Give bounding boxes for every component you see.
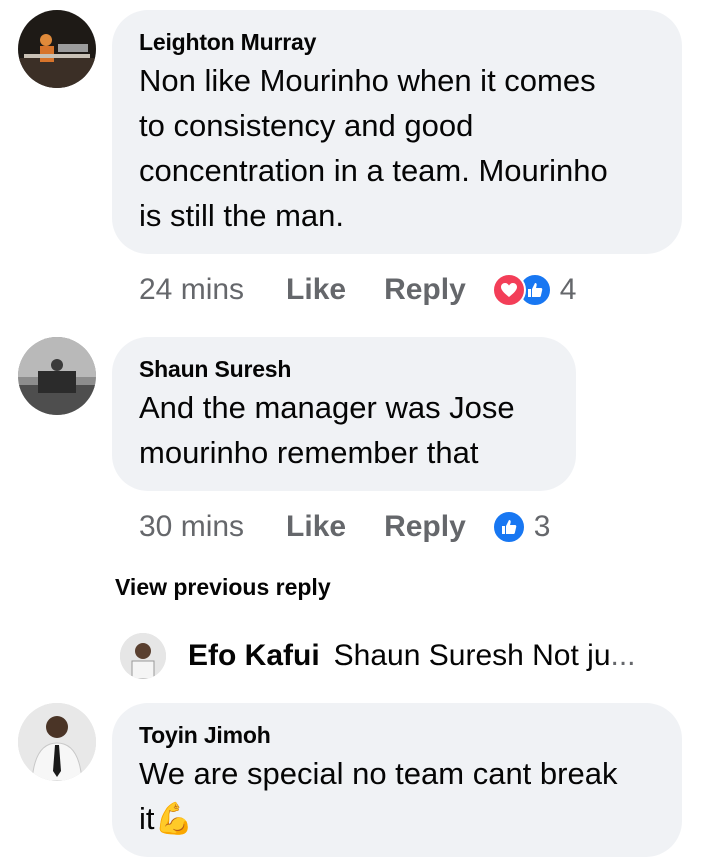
comment-bubble: Leighton Murray Non like Mourinho when i…	[112, 10, 682, 254]
reply-author[interactable]: Efo Kafui	[188, 639, 320, 673]
comment-text: We are special no team cant break it💪	[139, 751, 654, 841]
comment-text-line: And the manager was Jose	[139, 390, 515, 425]
avatar[interactable]	[18, 10, 96, 88]
like-icon	[491, 510, 526, 544]
like-button[interactable]: Like	[286, 273, 346, 307]
reactions-summary[interactable]: 3	[491, 510, 551, 544]
view-previous-reply-link[interactable]: View previous reply	[115, 574, 331, 601]
comment-text-line: mourinho remember that	[139, 435, 479, 470]
comment-meta: 30 mins Like Reply 3	[139, 507, 550, 547]
comment-timestamp[interactable]: 24 mins	[139, 273, 244, 307]
comment-text-line: to consistency and good	[139, 108, 474, 143]
reply-button[interactable]: Reply	[384, 273, 466, 307]
reaction-count: 3	[533, 510, 551, 543]
comment-bubble: Shaun Suresh And the manager was Jose mo…	[112, 337, 576, 491]
reply-text: Shaun Suresh Not ju	[333, 639, 611, 672]
comment-text: Non like Mourinho when it comes to consi…	[139, 58, 654, 238]
comment-timestamp[interactable]: 30 mins	[139, 510, 244, 544]
reply-ellipsis: ...	[610, 639, 636, 672]
comment-text-line: is still the man.	[139, 198, 345, 233]
comment-author[interactable]: Toyin Jimoh	[139, 721, 654, 749]
comment-text-line: We are special no team cant break	[139, 756, 618, 791]
comment-text-line: concentration in a team. Mourinho	[139, 153, 608, 188]
reaction-count: 4	[559, 273, 577, 306]
comment-author[interactable]: Leighton Murray	[139, 28, 654, 56]
comment-text: And the manager was Jose mourinho rememb…	[139, 385, 548, 475]
comment-bubble: Toyin Jimoh We are special no team cant …	[112, 703, 682, 857]
reply-preview[interactable]: Efo Kafui Shaun Suresh Not ju ...	[120, 630, 636, 682]
flexed-biceps-emoji: 💪	[154, 801, 194, 836]
comment-text-line-with-emoji: it💪	[139, 796, 654, 841]
comment-text-line: it	[139, 801, 155, 836]
reactions-summary[interactable]: 4	[491, 273, 577, 307]
avatar[interactable]	[18, 337, 96, 415]
like-button[interactable]: Like	[286, 510, 346, 544]
comment-author[interactable]: Shaun Suresh	[139, 355, 548, 383]
reply-button[interactable]: Reply	[384, 510, 466, 544]
love-icon	[491, 273, 526, 307]
avatar[interactable]	[18, 703, 96, 781]
comment-text-line: Non like Mourinho when it comes	[139, 63, 596, 98]
comment-meta: 24 mins Like Reply 4	[139, 270, 576, 310]
avatar[interactable]	[120, 633, 166, 679]
